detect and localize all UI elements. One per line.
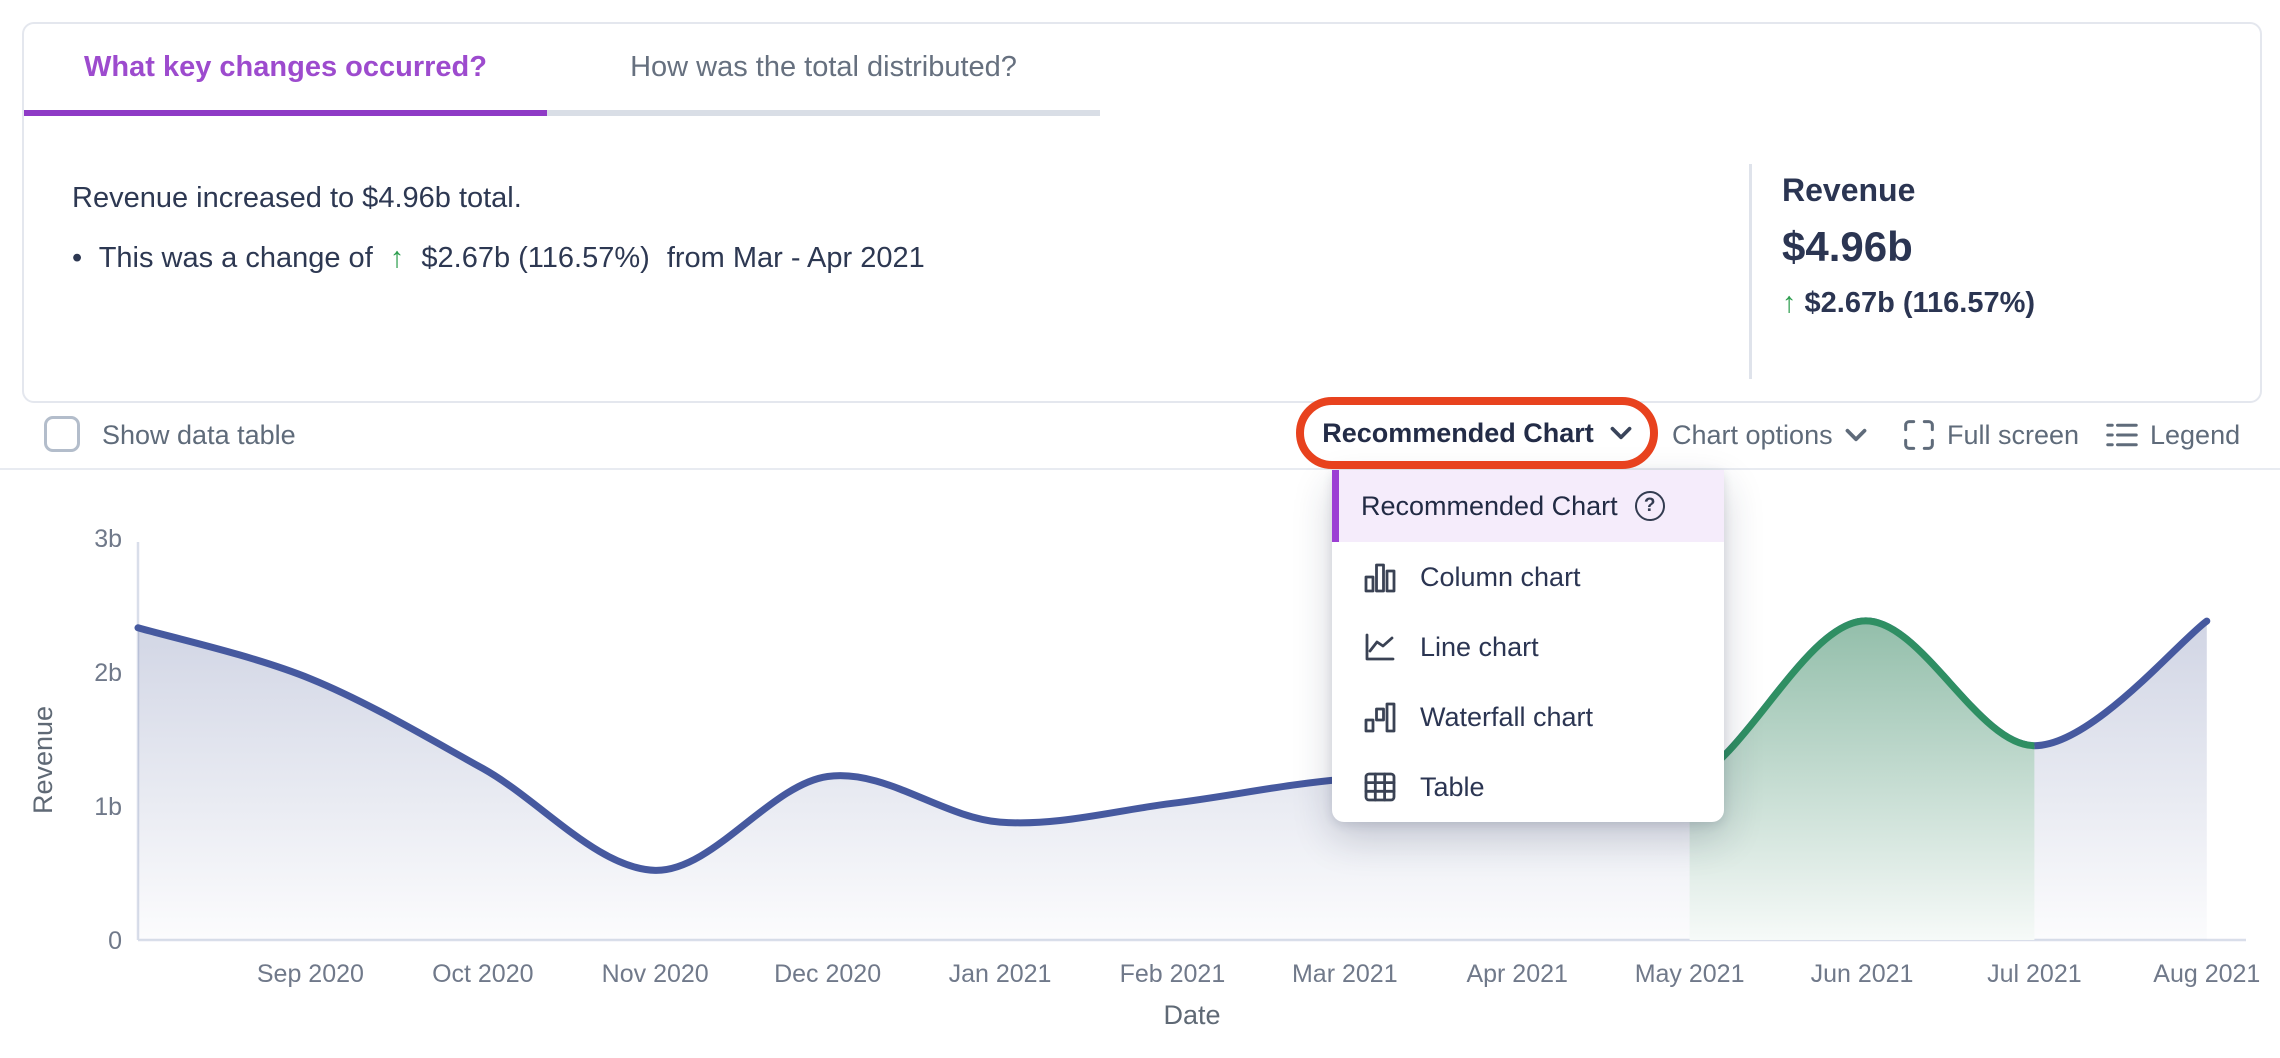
chart-type-dropdown-menu: Recommended Chart ? Column chart Line ch… (1332, 470, 1724, 822)
chart-options-button[interactable]: Chart options (1672, 403, 1867, 467)
help-icon[interactable]: ? (1635, 491, 1665, 521)
full-screen-icon (1903, 419, 1935, 451)
menu-item-label: Table (1420, 772, 1485, 803)
chart-type-select-button[interactable]: Recommended Chart (1310, 405, 1644, 461)
show-data-table-checkbox[interactable] (44, 416, 80, 452)
summary-card: What key changes occurred? How was the t… (22, 22, 2262, 403)
up-arrow-icon: ↑ (1782, 287, 1797, 319)
kpi-value: $4.96b (1782, 223, 2035, 271)
svg-text:Jun 2021: Jun 2021 (1811, 960, 1914, 988)
full-screen-label: Full screen (1947, 420, 2079, 451)
line-chart-icon (1362, 629, 1398, 665)
bullet-marker: • (72, 242, 82, 274)
answer-panel: What key changes occurred? How was the t… (0, 0, 2280, 1058)
svg-text:Oct 2020: Oct 2020 (432, 960, 533, 988)
tab-key-changes[interactable]: What key changes occurred? (24, 24, 547, 116)
svg-text:2b: 2b (94, 659, 122, 687)
legend-label: Legend (2150, 420, 2240, 451)
menu-item-column-chart[interactable]: Column chart (1332, 542, 1724, 612)
svg-text:Apr 2021: Apr 2021 (1466, 960, 1567, 988)
svg-text:Mar 2021: Mar 2021 (1292, 960, 1398, 988)
insight-summary: Revenue increased to $4.96b total. • Thi… (72, 182, 934, 275)
y-axis-title: Revenue (28, 706, 58, 814)
recommended-chart-label: Recommended Chart (1361, 491, 1618, 522)
full-screen-button[interactable]: Full screen (1903, 403, 2079, 467)
menu-item-waterfall-chart[interactable]: Waterfall chart (1332, 682, 1724, 752)
svg-text:Jan 2021: Jan 2021 (949, 960, 1052, 988)
insight-bullet: • This was a change of ↑ $2.67b (116.57%… (72, 242, 934, 275)
kpi-divider (1749, 164, 1752, 379)
chevron-down-icon (1610, 426, 1632, 440)
column-chart-icon (1362, 559, 1398, 595)
menu-item-line-chart[interactable]: Line chart (1332, 612, 1724, 682)
kpi-panel: Revenue $4.96b ↑$2.67b (116.57%) (1782, 172, 2035, 320)
insight-headline: Revenue increased to $4.96b total. (72, 182, 934, 215)
legend-list-icon (2106, 419, 2138, 451)
svg-text:Jul 2021: Jul 2021 (1987, 960, 2082, 988)
kpi-title: Revenue (1782, 172, 2035, 209)
menu-item-label: Line chart (1420, 632, 1539, 663)
bullet-period: from Mar - Apr 2021 (667, 242, 925, 274)
menu-item-label: Column chart (1420, 562, 1581, 593)
bullet-text: This was a change of (99, 242, 373, 274)
chart-options-label: Chart options (1672, 420, 1833, 451)
legend-button[interactable]: Legend (2106, 403, 2240, 467)
chart-type-selected-label: Recommended Chart (1322, 418, 1594, 449)
revenue-area-chart[interactable]: 0 1b 2b 3b Sep 2020 Oct 2020 Nov 2020 Dec 2020… (0, 470, 2280, 1058)
show-data-table-label: Show data table (102, 420, 296, 451)
svg-text:3b: 3b (94, 525, 122, 553)
svg-text:Aug 2021: Aug 2021 (2153, 960, 2260, 988)
svg-text:Sep 2020: Sep 2020 (257, 960, 364, 988)
menu-item-label: Waterfall chart (1420, 702, 1593, 733)
waterfall-chart-icon (1362, 699, 1398, 735)
menu-item-table[interactable]: Table (1332, 752, 1724, 822)
table-icon (1362, 769, 1398, 805)
menu-item-recommended-chart[interactable]: Recommended Chart ? (1332, 470, 1724, 542)
kpi-change: ↑$2.67b (116.57%) (1782, 287, 2035, 320)
question-tabs: What key changes occurred? How was the t… (24, 24, 2260, 116)
x-axis-tick-labels: Sep 2020 Oct 2020 Nov 2020 Dec 2020 Jan 2021… (257, 960, 2260, 988)
kpi-change-value: $2.67b (116.57%) (1805, 287, 2036, 319)
svg-text:May 2021: May 2021 (1635, 960, 1745, 988)
up-arrow-icon: ↑ (390, 242, 405, 274)
bullet-change-value: $2.67b (116.57%) (421, 242, 649, 274)
chevron-down-icon (1845, 428, 1867, 442)
chart-toolbar: Show data table Chart options Full scree… (0, 403, 2280, 470)
tab-total-distributed[interactable]: How was the total distributed? (547, 24, 1100, 116)
svg-text:0: 0 (108, 927, 122, 955)
y-axis-tick-labels: 0 1b 2b 3b (94, 525, 122, 955)
svg-text:Nov 2020: Nov 2020 (602, 960, 709, 988)
svg-text:1b: 1b (94, 793, 122, 821)
x-axis-title: Date (1163, 1000, 1220, 1030)
svg-text:Feb 2021: Feb 2021 (1120, 960, 1226, 988)
svg-text:Dec 2020: Dec 2020 (774, 960, 881, 988)
